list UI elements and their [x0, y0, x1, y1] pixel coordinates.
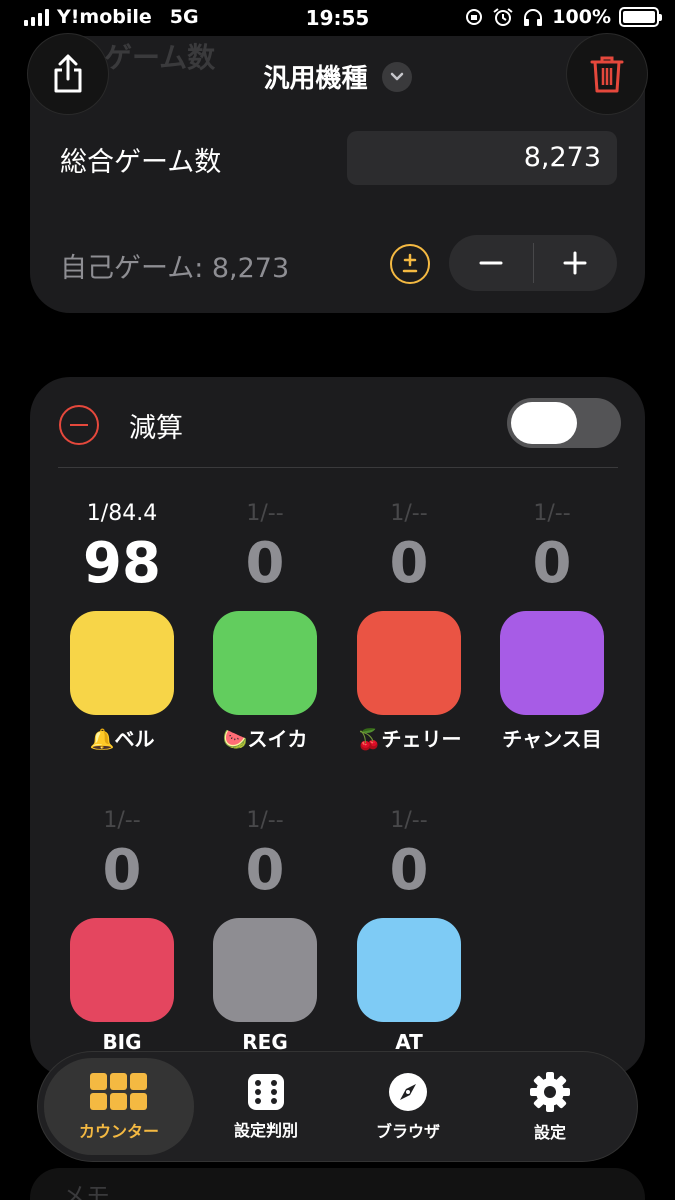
delete-button[interactable] [567, 34, 647, 114]
gear-icon [530, 1071, 570, 1112]
plus-icon [563, 251, 587, 275]
headphones-icon [524, 9, 543, 26]
counter-label: BIG [102, 1030, 142, 1054]
counter-probability: 1/84.4 [86, 501, 158, 526]
alarm-icon [493, 8, 513, 26]
watermelon-counter-button[interactable] [213, 611, 317, 715]
counter-value: 0 [389, 838, 429, 903]
battery-icon [619, 7, 662, 27]
minus-circle-icon [59, 405, 99, 445]
chevron-down-icon [381, 61, 412, 92]
subtract-toggle[interactable] [507, 398, 621, 448]
tab-settings-analysis[interactable]: 設定判別 [191, 1058, 341, 1155]
battery-percent: 100% [552, 6, 611, 28]
plus-minus-icon [402, 253, 418, 273]
self-games-label: 自己ゲーム: 8,273 [60, 253, 290, 284]
total-games-field[interactable] [347, 131, 617, 185]
tab-label: 設定 [533, 1122, 566, 1142]
chance-counter-button[interactable] [500, 611, 604, 715]
counter-probability: 1/-- [390, 501, 428, 526]
minus-icon [479, 261, 503, 265]
rotation-lock-icon [466, 9, 483, 25]
compass-icon [389, 1072, 427, 1111]
status-bar: Y!mobile 5G 19:55 100% [0, 0, 675, 36]
cherry-counter-button[interactable] [357, 611, 461, 715]
tab-bar: カウンター 設定判別 ブラウザ 設定 [38, 1052, 637, 1161]
counter-value: 0 [389, 531, 429, 596]
page-title: 汎用機種 [263, 64, 368, 94]
counter-label: 🍒チェリー [356, 727, 462, 751]
counter-probability: 1/-- [533, 501, 571, 526]
plus-minus-button[interactable] [390, 244, 430, 284]
dice-icon [248, 1073, 284, 1110]
counter-probability: 1/-- [246, 501, 284, 526]
counter-probability: 1/-- [246, 808, 284, 833]
total-games-label: 総合ゲーム数 [60, 147, 222, 178]
games-stepper [449, 235, 617, 291]
tab-label: ブラウザ [375, 1121, 440, 1141]
reg-counter-button[interactable] [213, 918, 317, 1022]
grid-icon [90, 1072, 147, 1110]
divider [58, 467, 618, 468]
big-counter-button[interactable] [70, 918, 174, 1022]
bell-counter-button[interactable] [70, 611, 174, 715]
counter-probability: 1/-- [103, 808, 141, 833]
memo-card [30, 1168, 645, 1200]
tab-label: 設定判別 [233, 1120, 298, 1140]
subtract-label: 減算 [129, 413, 183, 444]
counter-value: 0 [102, 838, 142, 903]
status-right: 100% [464, 6, 662, 28]
counter-value: 0 [532, 531, 572, 596]
at-counter-button[interactable] [357, 918, 461, 1022]
counter-value: 0 [245, 531, 285, 596]
counter-value: 98 [83, 531, 161, 596]
memo-label: メモ [62, 1182, 110, 1200]
tab-settings[interactable]: 設定 [475, 1058, 625, 1155]
tab-label: カウンター [78, 1121, 159, 1141]
counter-label: 🔔ベル [89, 727, 155, 751]
toggle-knob [511, 402, 577, 444]
counter-label: REG [242, 1030, 288, 1054]
decrement-button[interactable] [449, 235, 533, 291]
counter-label: AT [395, 1030, 423, 1054]
counter-value: 0 [245, 838, 285, 903]
trash-icon [590, 56, 624, 93]
increment-button[interactable] [534, 235, 618, 291]
tab-counter[interactable]: カウンター [44, 1058, 194, 1155]
counter-label: チャンス目 [502, 727, 602, 751]
tab-browser[interactable]: ブラウザ [333, 1058, 483, 1155]
counter-probability: 1/-- [390, 808, 428, 833]
counter-label: 🍉スイカ [222, 727, 308, 751]
